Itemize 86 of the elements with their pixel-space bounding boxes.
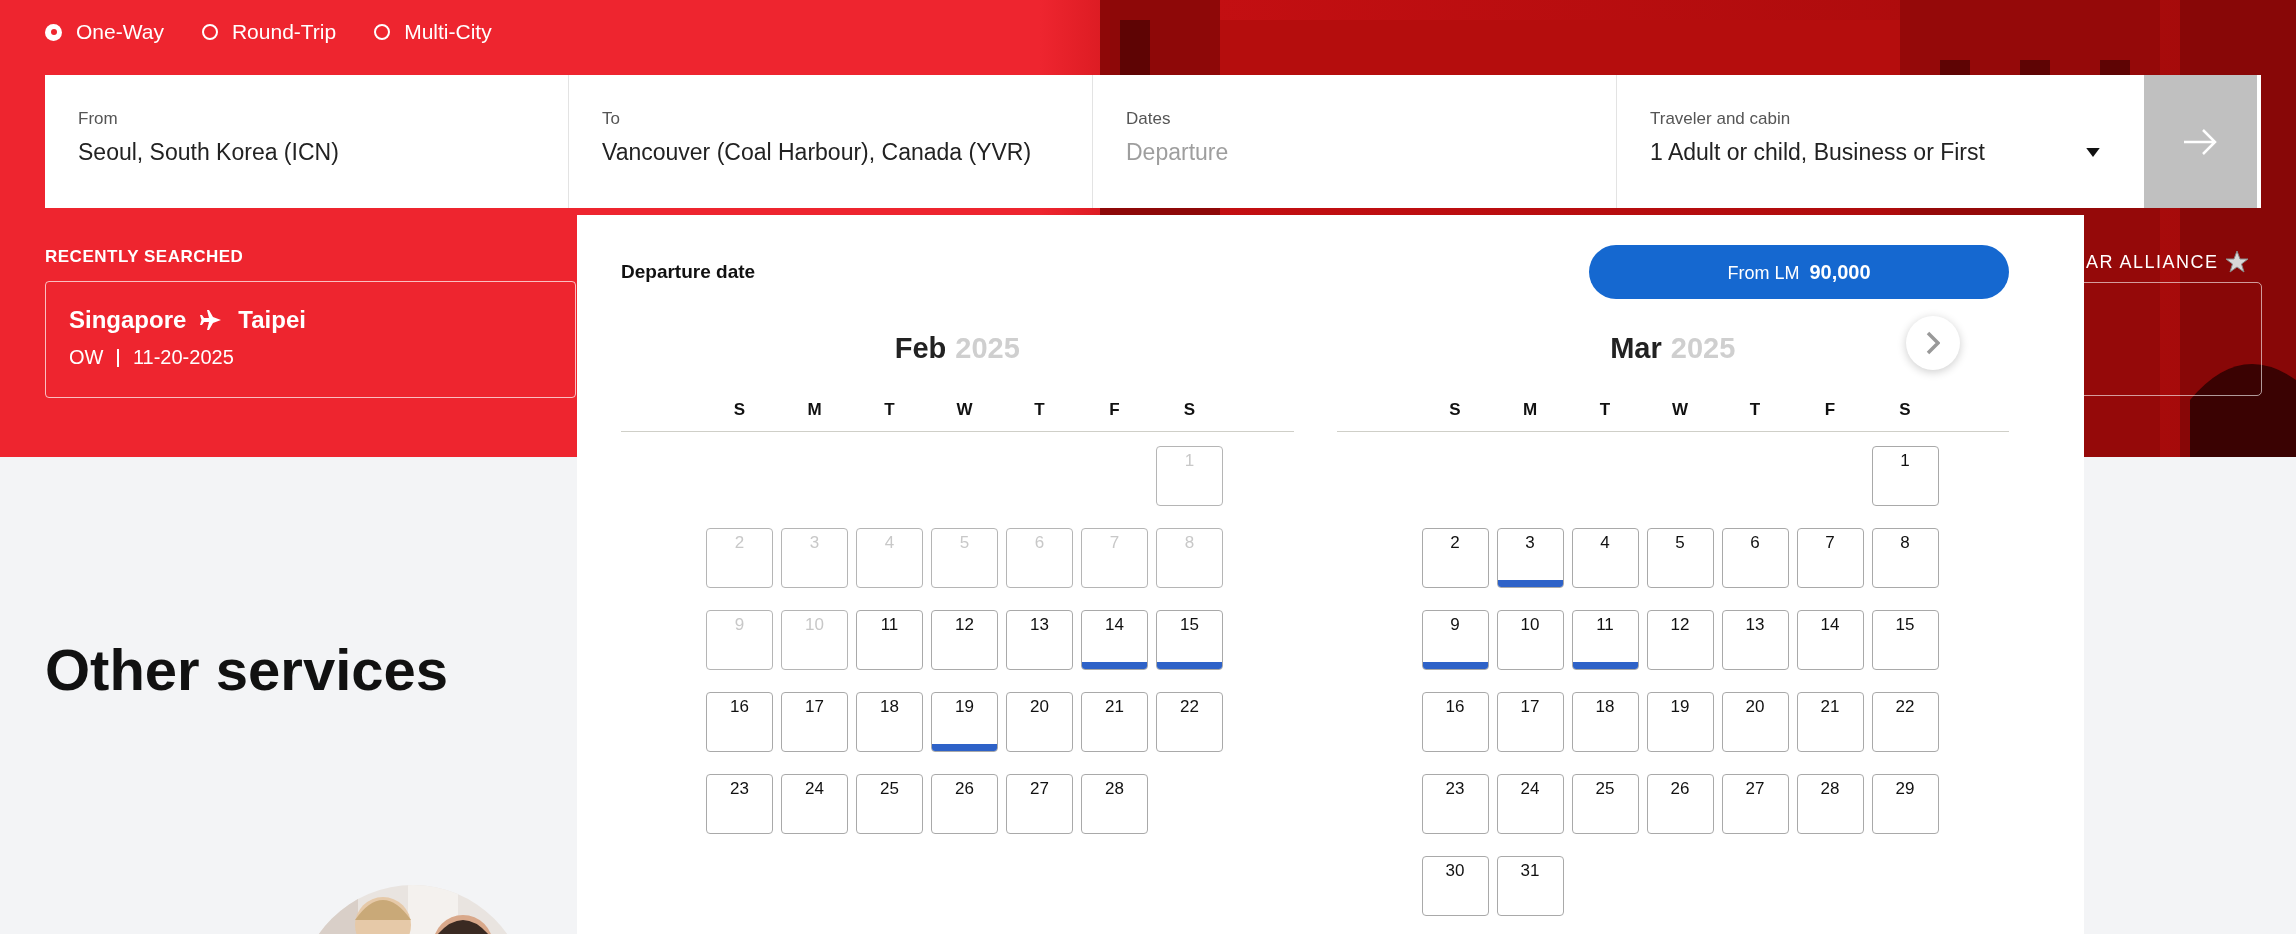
panel-title: Departure date [621,261,756,283]
day-cell[interactable]: 20 [1721,692,1789,752]
day-cell[interactable]: 9 [1421,610,1489,670]
weekday-label: T [883,400,896,420]
trip-type-radio[interactable]: Round-Trip [201,20,337,44]
day-cell[interactable]: 23 [1421,774,1489,834]
day-cell[interactable]: 8 [1871,528,1939,588]
day-cell[interactable]: 24 [1496,774,1564,834]
day-cell[interactable]: 30 [1421,856,1489,916]
weekday-label: W [1670,400,1689,420]
day-cell[interactable]: 14 [1081,610,1148,670]
day-cell[interactable]: 19 [1646,692,1714,752]
day-cell[interactable]: 20 [1006,692,1073,752]
day-cell[interactable]: 21 [1796,692,1864,752]
day-cell[interactable]: 16 [706,692,773,752]
day-cell[interactable]: 26 [1646,774,1714,834]
day-cell[interactable]: 27 [1721,774,1789,834]
weekday-label: S [1182,400,1197,420]
radio-label[interactable]: Multi-City [404,20,492,44]
day-cell[interactable]: 18 [856,692,923,752]
partner-logo-text: AR ALLIANCE [2086,251,2219,273]
month-name: Mar [1610,331,1662,365]
day-cell[interactable]: 28 [1796,774,1864,834]
day-cell[interactable]: 24 [781,774,848,834]
day-cell[interactable]: 19 [931,692,998,752]
traveler-dropdown[interactable]: Traveler and cabin 1 Adult or child, Business or First [1617,75,2144,208]
day-cell[interactable]: 31 [1496,856,1564,916]
day-cell[interactable]: 22 [1871,692,1939,752]
day-cell[interactable]: 29 [1871,774,1939,834]
day-cell[interactable]: 18 [1571,692,1639,752]
month-name: Feb [894,331,947,365]
day-cell[interactable]: 25 [1571,774,1639,834]
trip-type-radio[interactable]: Multi-City [374,20,492,44]
day-cell[interactable]: 25 [856,774,923,834]
date-input[interactable]: Departure [1126,139,1426,166]
radio-label[interactable]: One-Way [76,20,164,44]
search-field[interactable]: Dates Departure [1093,75,1617,208]
day-cell[interactable]: 7 [1796,528,1864,588]
search-field[interactable]: To Vancouver (Coal Harbour), Canada (YVR) [569,75,1093,208]
price-button[interactable]: From LM 90,000 [1589,245,2009,299]
day-cell[interactable]: 16 [1421,692,1489,752]
trip-date: 11-20-2025 [132,346,234,369]
day-cell[interactable]: 10 [1496,610,1564,670]
weekday-label: T [1033,400,1046,420]
day-cell[interactable]: 13 [1006,610,1073,670]
day-cell[interactable]: 17 [781,692,848,752]
weekday-label: M [1521,400,1539,420]
day-cell[interactable]: 13 [1721,610,1789,670]
day-cell[interactable]: 21 [1081,692,1148,752]
day-cell[interactable]: 23 [706,774,773,834]
origin-city: Singapore [69,306,187,334]
destination-city: Taipei [238,306,306,334]
weekday-label: S [1448,400,1462,420]
trip-type: OW [69,346,104,369]
day-cell[interactable]: 26 [931,774,998,834]
day-cell[interactable]: 17 [1496,692,1564,752]
weekday-label: W [955,400,974,420]
trip-type-radio[interactable]: One-Way [45,20,164,44]
search-field[interactable]: From Seoul, South Korea (ICN) [45,75,569,208]
day-cell[interactable]: 2 [1421,528,1489,588]
day-cell[interactable]: 27 [1006,774,1073,834]
day-cell[interactable]: 22 [1156,692,1223,752]
section-label: RECENTLY SEARCHED [45,247,244,267]
day-cell[interactable]: 11 [1571,610,1639,670]
day-cell[interactable]: 4 [1571,528,1639,588]
section-heading: Other services [45,637,449,703]
day-cell[interactable]: 12 [1646,610,1714,670]
weekday-label: F [1108,400,1121,420]
day-cell[interactable]: 5 [1646,528,1714,588]
day-cell[interactable]: 1 [1871,446,1939,506]
weekday-label: S [1898,400,1912,420]
weekday-label: M [806,400,823,420]
weekday-label: T [1598,400,1612,420]
day-cell[interactable]: 3 [1496,528,1564,588]
recent-search-card[interactable]: Singapore Taipei OW 11-20-2025 [45,281,576,398]
weekday-label: T [1748,400,1762,420]
radio-label[interactable]: Round-Trip [231,20,337,44]
day-cell[interactable]: 14 [1796,610,1864,670]
weekday-label: S [732,400,747,420]
day-cell[interactable]: 6 [1721,528,1789,588]
day-cell[interactable]: 15 [1871,610,1939,670]
weekday-label: F [1823,400,1837,420]
day-cell[interactable]: 28 [1081,774,1148,834]
day-cell[interactable]: 12 [931,610,998,670]
day-cell[interactable]: 15 [1156,610,1223,670]
day-cell[interactable]: 11 [856,610,923,670]
